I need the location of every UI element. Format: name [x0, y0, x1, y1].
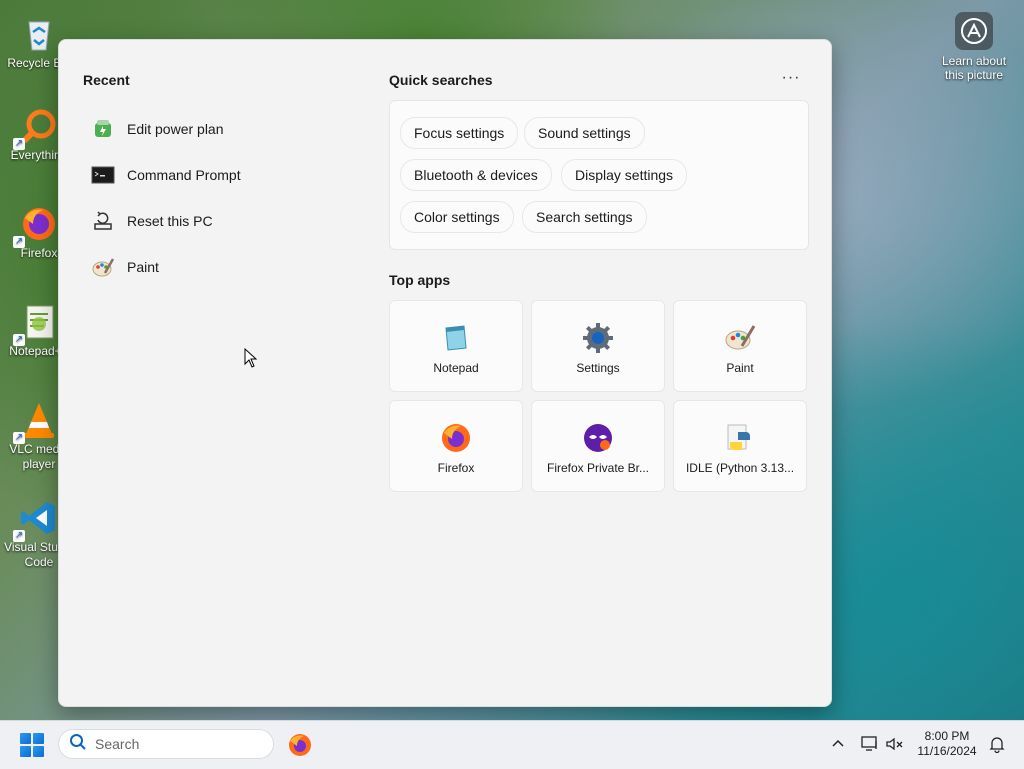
network-icon[interactable]	[860, 735, 880, 753]
recent-item-label: Command Prompt	[127, 167, 241, 183]
quick-search-bluetooth-devices[interactable]: Bluetooth & devices	[400, 159, 552, 191]
settings-gear-icon	[581, 321, 615, 355]
recent-item-reset-this-pc[interactable]: Reset this PC	[91, 198, 351, 244]
recent-item-command-prompt[interactable]: Command Prompt	[91, 152, 351, 198]
recycle-bin-icon	[19, 14, 59, 54]
start-button[interactable]	[20, 733, 44, 757]
start-menu: Recent Edit power plan Command Prompt Re…	[58, 39, 832, 707]
notepad-icon	[439, 321, 473, 355]
vscode-icon: ↗	[13, 498, 59, 542]
firefox-icon	[289, 734, 311, 756]
firefox-icon: ↗	[13, 204, 59, 248]
shortcut-arrow-icon: ↗	[13, 530, 25, 542]
command-prompt-icon	[91, 163, 115, 187]
quick-search-color-settings[interactable]: Color settings	[400, 201, 514, 233]
top-apps-title: Top apps	[389, 272, 451, 288]
search-icon	[69, 733, 87, 756]
camera-circle-icon	[955, 12, 993, 50]
top-app-label: Firefox Private Br...	[546, 461, 650, 475]
quick-searches-title: Quick searches	[389, 72, 493, 88]
mouse-cursor-icon	[244, 347, 258, 368]
taskbar-firefox-button[interactable]	[288, 733, 312, 757]
firefox-icon	[439, 421, 473, 455]
top-app-settings[interactable]: Settings	[531, 300, 665, 392]
recent-item-label: Reset this PC	[127, 213, 213, 229]
volume-muted-icon[interactable]	[885, 735, 905, 753]
paint-icon	[723, 321, 757, 355]
top-app-idle-python[interactable]: IDLE (Python 3.13...	[673, 400, 807, 492]
quick-search-display-settings[interactable]: Display settings	[561, 159, 688, 191]
everything-search-icon: ↗	[13, 106, 59, 150]
power-plan-icon	[91, 117, 115, 141]
top-app-label: IDLE (Python 3.13...	[685, 461, 795, 475]
top-app-firefox-private-browsing[interactable]: Firefox Private Br...	[531, 400, 665, 492]
windows-logo-tile	[20, 746, 31, 757]
top-app-notepad[interactable]: Notepad	[389, 300, 523, 392]
vlc-icon: ↗	[13, 400, 59, 444]
shortcut-arrow-icon: ↗	[13, 138, 25, 150]
paint-icon	[91, 255, 115, 279]
top-app-label: Firefox	[437, 461, 475, 475]
recent-item-paint[interactable]: Paint	[91, 244, 351, 290]
clock-time: 8:00 PM	[924, 729, 970, 743]
firefox-private-icon	[581, 421, 615, 455]
taskbar-search-box[interactable]: Search	[58, 729, 274, 759]
windows-logo-tile	[33, 733, 44, 744]
recent-list: Edit power plan Command Prompt Reset thi…	[91, 106, 351, 290]
reset-pc-icon	[91, 209, 115, 233]
top-app-label: Notepad	[433, 361, 479, 375]
quick-search-search-settings[interactable]: Search settings	[522, 201, 647, 233]
taskbar-clock[interactable]: 8:00 PM 11/16/2024	[912, 729, 982, 759]
top-app-label: Settings	[576, 361, 620, 375]
python-idle-icon	[723, 421, 757, 455]
shortcut-arrow-icon: ↗	[13, 334, 25, 346]
notification-bell-icon[interactable]	[988, 735, 1006, 754]
taskbar: Search 8:00 PM 11/16/2024	[0, 720, 1024, 769]
quick-search-focus-settings[interactable]: Focus settings	[400, 117, 519, 149]
shortcut-arrow-icon: ↗	[13, 236, 25, 248]
show-hidden-icons-chevron-icon[interactable]	[830, 735, 846, 751]
learn-about-picture[interactable]: Learn about this picture	[934, 12, 1014, 82]
top-app-firefox[interactable]: Firefox	[389, 400, 523, 492]
quick-searches-panel: Focus settings Sound settings Bluetooth …	[389, 100, 809, 250]
more-options-button[interactable]: ···	[779, 68, 803, 88]
top-app-label: Paint	[726, 361, 754, 375]
shortcut-arrow-icon: ↗	[13, 432, 25, 444]
quick-search-sound-settings[interactable]: Sound settings	[524, 117, 645, 149]
top-app-paint[interactable]: Paint	[673, 300, 807, 392]
windows-logo-tile	[20, 733, 31, 744]
learn-about-picture-label: Learn about this picture	[941, 54, 1007, 82]
recent-item-label: Paint	[127, 259, 159, 275]
clock-date: 11/16/2024	[917, 744, 977, 758]
recent-item-label: Edit power plan	[127, 121, 224, 137]
search-placeholder: Search	[95, 736, 140, 752]
windows-logo-tile	[33, 746, 44, 757]
notepad-plus-plus-icon: ↗	[13, 302, 59, 346]
recent-item-edit-power-plan[interactable]: Edit power plan	[91, 106, 351, 152]
recent-title: Recent	[83, 72, 130, 88]
